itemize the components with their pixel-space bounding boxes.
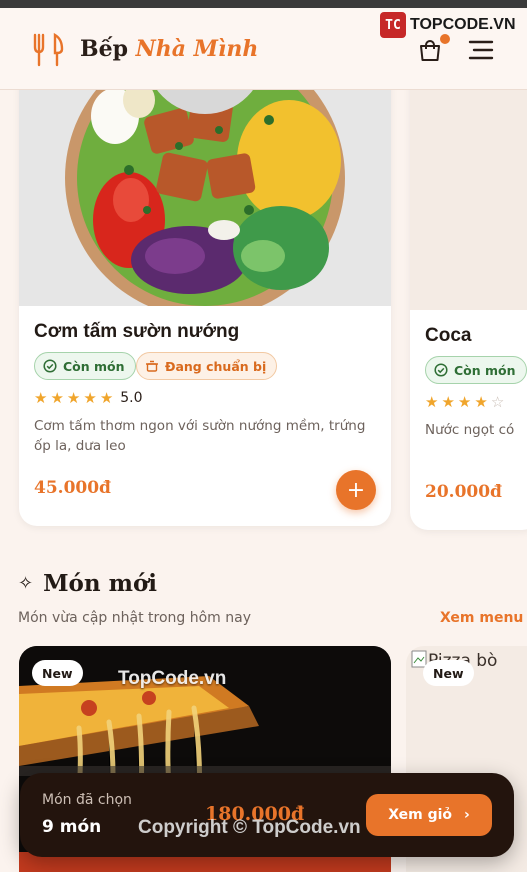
star-row: ★ ★ ★ ★ ★ xyxy=(34,389,113,407)
star-filled-icon: ★ xyxy=(441,393,455,411)
check-circle-icon xyxy=(434,363,448,377)
view-cart-label: Xem giỏ xyxy=(388,807,453,823)
star-row: ★ ★ ★ ★ ☆ xyxy=(425,393,504,411)
new-badge: New xyxy=(423,660,474,686)
food-card[interactable]: Cơm tấm sườn nướng Còn món Đang chuẩn bị… xyxy=(19,60,391,526)
check-circle-icon xyxy=(43,359,57,373)
brand-name[interactable]: Bếp Nhà Mình xyxy=(80,36,258,62)
star-filled-icon: ★ xyxy=(83,389,97,407)
star-empty-icon: ☆ xyxy=(490,393,505,411)
rating-stars: ★ ★ ★ ★ ☆ xyxy=(425,393,504,411)
prep-badge: Đang chuẩn bị xyxy=(136,352,278,380)
watermark-text: TOPCODE.VN xyxy=(410,16,516,33)
food-card[interactable]: Coca Còn món ★ ★ ★ ★ ☆ Nước ngọt có 20.000đ xyxy=(410,60,527,530)
star-filled-icon: ★ xyxy=(34,389,48,407)
star-filled-icon: ★ xyxy=(99,389,114,407)
see-menu-link[interactable]: Xem menu xyxy=(440,610,523,626)
food-image xyxy=(19,60,391,306)
star-filled-icon: ★ xyxy=(457,393,472,411)
prep-text: Đang chuẩn bị xyxy=(165,358,267,374)
status-badge: Còn món xyxy=(425,356,527,384)
star-filled-icon: ★ xyxy=(66,389,81,407)
food-price: 45.000đ xyxy=(34,478,111,498)
food-title: Coca xyxy=(425,325,472,346)
view-cart-button[interactable]: Xem giỏ › xyxy=(366,794,492,836)
section-title: ✧ Món mới xyxy=(18,570,157,597)
rating-stars: ★ ★ ★ ★ ★ 5.0 xyxy=(34,389,143,407)
rating-value: 5.0 xyxy=(120,390,143,406)
chevron-right-icon: › xyxy=(464,807,470,823)
status-text: Còn món xyxy=(454,362,516,378)
watermark-center: TopCode.vn xyxy=(118,668,227,689)
cart-summary-bar: Món đã chọn 9 món 180.000đ Xem giỏ › xyxy=(20,773,514,857)
star-filled-icon: ★ xyxy=(50,389,64,407)
watermark-logo: TC TOPCODE.VN xyxy=(380,12,525,38)
food-price: 20.000đ xyxy=(425,482,502,502)
top-status-strip xyxy=(0,0,527,8)
star-filled-icon: ★ xyxy=(474,393,488,411)
star-filled-icon: ★ xyxy=(425,393,439,411)
menu-icon[interactable] xyxy=(468,39,494,61)
cart-label: Món đã chọn xyxy=(42,792,132,808)
status-badge: Còn món xyxy=(34,352,136,380)
brand-main: Bếp xyxy=(80,36,128,62)
pot-icon xyxy=(146,360,158,372)
status-text: Còn món xyxy=(63,358,125,374)
new-badge: New xyxy=(32,660,83,686)
section-title-text: Món mới xyxy=(43,570,158,597)
fork-knife-icon xyxy=(33,32,64,67)
add-to-cart-button[interactable]: + xyxy=(336,470,376,510)
food-image xyxy=(410,60,527,310)
food-title: Cơm tấm sườn nướng xyxy=(34,321,240,342)
watermark-icon: TC xyxy=(380,12,406,38)
watermark-copyright: Copyright © TopCode.vn xyxy=(138,817,361,838)
sparkle-icon: ✧ xyxy=(18,573,34,594)
food-description: Cơm tấm thơm ngon với sườn nướng mềm, tr… xyxy=(34,418,366,454)
brand-accent: Nhà Mình xyxy=(135,36,259,62)
food-description: Nước ngọt có xyxy=(425,422,515,438)
section-subtitle: Món vừa cập nhật trong hôm nay xyxy=(18,610,252,626)
cart-count: 9 món xyxy=(42,817,102,837)
